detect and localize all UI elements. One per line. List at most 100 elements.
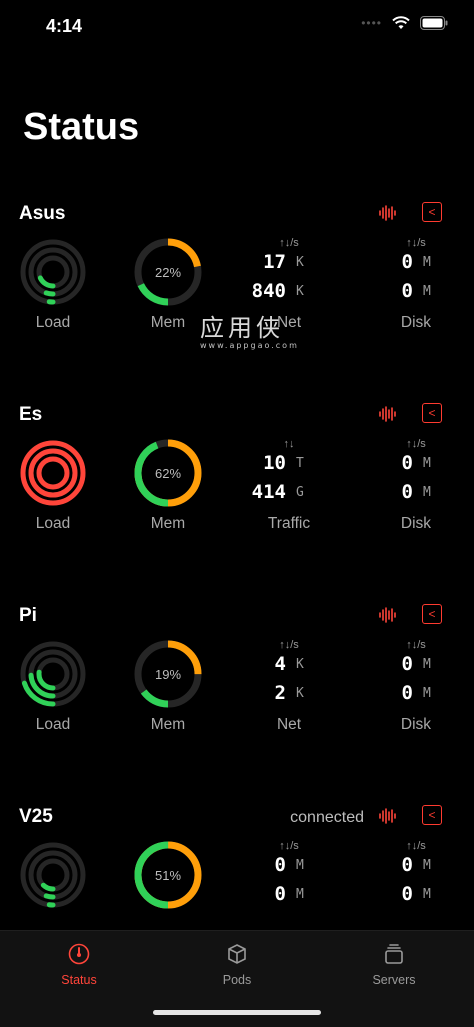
disk-up-unit: M (423, 657, 431, 672)
disk-metric: ↑↓/s 0M 0M (366, 840, 466, 912)
load-ring (20, 842, 86, 908)
load-ring (20, 641, 86, 707)
wifi-icon (392, 16, 410, 29)
disk-up-value: 0 (401, 452, 413, 474)
net-down-unit: M (296, 887, 304, 902)
battery-icon (420, 16, 448, 30)
disk-metric: ↑↓/s 0M 0M (366, 639, 466, 711)
load-label: Load (35, 314, 71, 331)
disk-down-unit: M (423, 686, 431, 701)
tab-pods-label: Pods (222, 973, 252, 987)
waveform-icon[interactable] (378, 606, 396, 624)
chevron-left-icon: < (428, 808, 436, 822)
net-head: ↑↓ (283, 438, 295, 450)
tab-status-label: Status (61, 973, 97, 987)
status-bar: 4:14 •••• (0, 0, 474, 54)
mem-label: Mem (150, 515, 186, 532)
watermark-url: www.appgao.com (200, 341, 299, 350)
disk-down-unit: M (423, 887, 431, 902)
tab-pods[interactable]: Pods (177, 943, 297, 987)
terminal-button[interactable]: < (422, 805, 442, 825)
load-ring (20, 239, 86, 305)
net-up-value: 4 (274, 653, 286, 675)
disk-down-value: 0 (401, 883, 413, 905)
server-card-pi[interactable]: Pi < Load 19% Mem ↑↓/s 4K 2K Net ↑↓/s 0M… (0, 604, 474, 745)
watermark: 应用侠 www.appgao.com (200, 308, 299, 350)
net-metric: ↑↓ 10 T 414 G (239, 438, 339, 510)
disk-up-value: 0 (401, 854, 413, 876)
watermark-title: 应用侠 (200, 314, 284, 342)
net-head: ↑↓/s (279, 639, 299, 651)
disk-up-unit: M (423, 456, 431, 471)
disk-label: Disk (400, 314, 432, 331)
net-up-value: 17 (263, 251, 286, 273)
disk-down-value: 0 (401, 682, 413, 704)
mem-percent: 51% (155, 868, 181, 883)
net-up-unit: K (296, 255, 304, 270)
box-icon (228, 944, 246, 964)
mem-ring: 22% (134, 238, 202, 306)
net-metric: ↑↓/s 4K 2K (239, 639, 339, 711)
disk-up-value: 0 (401, 653, 413, 675)
mem-ring: 19% (134, 640, 202, 708)
net-label: Traffic (267, 515, 311, 532)
load-label: Load (35, 515, 71, 532)
disk-down-unit: M (423, 284, 431, 299)
server-name: V25 (19, 806, 53, 827)
waveform-icon[interactable] (378, 405, 396, 423)
home-indicator (153, 1010, 321, 1015)
net-down-unit: K (296, 686, 304, 701)
net-label: Net (276, 716, 302, 733)
mem-label: Mem (150, 716, 186, 733)
net-down-value: 414 (251, 481, 286, 503)
mem-ring: 51% (134, 841, 202, 909)
terminal-button[interactable]: < (422, 403, 442, 423)
net-metric: ↑↓/s 0M 0M (239, 840, 339, 912)
net-head: ↑↓/s (279, 237, 299, 249)
tab-servers[interactable]: Servers (334, 943, 454, 987)
net-down-value: 2 (274, 682, 286, 704)
status-time: 4:14 (46, 16, 83, 36)
tab-status[interactable]: Status (19, 943, 139, 987)
net-up-unit: M (296, 858, 304, 873)
server-name: Pi (19, 605, 37, 626)
net-up-value: 0 (274, 854, 286, 876)
mem-ring: 62% (134, 439, 202, 507)
mem-percent: 22% (155, 265, 181, 280)
net-down-value: 840 (251, 280, 286, 302)
disk-down-value: 0 (401, 280, 413, 302)
waveform-icon[interactable] (378, 807, 396, 825)
disk-label: Disk (400, 716, 432, 733)
load-label: Load (35, 716, 71, 733)
terminal-button[interactable]: < (422, 202, 442, 222)
net-head: ↑↓/s (279, 840, 299, 852)
net-up-unit: T (296, 456, 304, 471)
disk-down-unit: M (423, 485, 431, 500)
net-down-value: 0 (274, 883, 286, 905)
page-title: Status (23, 106, 140, 148)
disk-label: Disk (400, 515, 432, 532)
disk-head: ↑↓/s (406, 840, 426, 852)
disk-metric: ↑↓/s 0M 0M (366, 438, 466, 510)
stack-icon (385, 944, 403, 964)
net-metric: ↑↓/s 17 K 840 K (239, 237, 339, 309)
disk-up-value: 0 (401, 251, 413, 273)
load-ring-fill (36, 456, 70, 490)
signal-dots-icon: •••• (361, 16, 382, 30)
waveform-icon[interactable] (378, 204, 396, 222)
load-ring (20, 440, 86, 506)
disk-head: ↑↓/s (406, 237, 426, 249)
terminal-button[interactable]: < (422, 604, 442, 624)
net-down-unit: G (296, 485, 304, 500)
disk-head: ↑↓/s (406, 639, 426, 651)
net-up-value: 10 (263, 452, 286, 474)
mem-percent: 62% (155, 466, 181, 481)
server-connection-status: connected (290, 809, 364, 826)
chevron-left-icon: < (428, 406, 436, 420)
gauge-icon (68, 943, 90, 965)
disk-head: ↑↓/s (406, 438, 426, 450)
server-card-v25[interactable]: V25 connected < 51% ↑↓/s 0M 0M ↑↓/s 0M 0… (0, 805, 474, 946)
mem-percent: 19% (155, 667, 181, 682)
disk-down-value: 0 (401, 481, 413, 503)
server-card-es[interactable]: Es < Load 62% Mem ↑↓ 10 T 414 G Traffic ↑↓… (0, 403, 474, 544)
